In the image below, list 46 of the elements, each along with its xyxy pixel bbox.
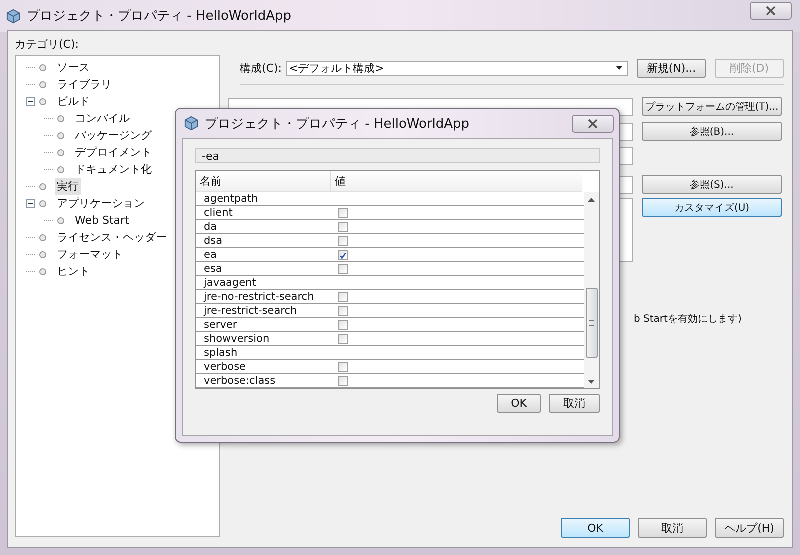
- config-button[interactable]: 新規(N)...: [636, 58, 706, 78]
- option-name: jre-restrict-search: [202, 304, 298, 317]
- column-header[interactable]: 名前: [196, 171, 331, 191]
- dialog-button[interactable]: ヘルプ(H): [715, 518, 784, 538]
- manage-platforms-button[interactable]: プラットフォームの管理(T)...: [642, 97, 782, 116]
- dialog-button[interactable]: 取消: [549, 394, 600, 413]
- option-name: splash: [203, 346, 239, 359]
- dialog-title: プロジェクト・プロパティ - HelloWorldApp: [205, 116, 470, 132]
- option-name: server: [203, 318, 238, 331]
- dialog-button[interactable]: 取消: [638, 518, 707, 538]
- tree-item[interactable]: デプロイメント: [73, 144, 154, 161]
- tree-item[interactable]: ライセンス・ヘッダー: [55, 229, 169, 246]
- checkbox-label: b Startを有効にします): [634, 314, 742, 325]
- category-label: カテゴリ(C):: [15, 37, 80, 51]
- tree-item[interactable]: ビルド: [55, 93, 92, 110]
- tree-item[interactable]: ソース: [55, 59, 92, 76]
- tree-item[interactable]: パッケージング: [73, 127, 154, 144]
- dialog-button[interactable]: OK: [561, 518, 630, 538]
- browse-button[interactable]: 参照(S)...: [642, 175, 782, 194]
- tree-item[interactable]: コンパイル: [73, 110, 132, 127]
- tree-item[interactable]: ドキュメント化: [73, 161, 154, 178]
- option-name: agentpath: [203, 192, 260, 205]
- configuration-dropdown[interactable]: <デフォルト構成>: [286, 60, 628, 76]
- tree-item[interactable]: 実行: [55, 178, 81, 195]
- configuration-label: 構成(C):: [240, 60, 282, 76]
- option-name: dsa: [203, 234, 224, 247]
- arguments-field[interactable]: -ea: [195, 148, 600, 163]
- option-name: esa: [203, 262, 224, 275]
- tree-item[interactable]: フォーマット: [55, 246, 125, 263]
- tree-item[interactable]: Web Start: [73, 213, 132, 228]
- option-name: showversion: [203, 332, 271, 345]
- option-name: verbose: [203, 360, 248, 373]
- option-name: verbose:class: [203, 374, 277, 387]
- tree-item[interactable]: アプリケーション: [55, 195, 147, 212]
- tree-item[interactable]: ヒント: [55, 263, 92, 280]
- option-name: javaagent: [202, 276, 258, 289]
- dialog-button[interactable]: OK: [497, 394, 541, 413]
- window-title: プロジェクト・プロパティ - HelloWorldApp: [27, 8, 292, 25]
- column-header[interactable]: 値: [331, 171, 346, 191]
- option-name: ea: [203, 248, 218, 261]
- tree-item[interactable]: ライブラリ: [55, 76, 114, 93]
- option-name: client: [203, 206, 234, 219]
- browse-button[interactable]: 参照(B)...: [642, 122, 782, 141]
- customize-button[interactable]: カスタマイズ(U): [642, 198, 782, 217]
- option-name: da: [203, 220, 218, 233]
- option-name: jre-no-restrict-search: [202, 290, 316, 303]
